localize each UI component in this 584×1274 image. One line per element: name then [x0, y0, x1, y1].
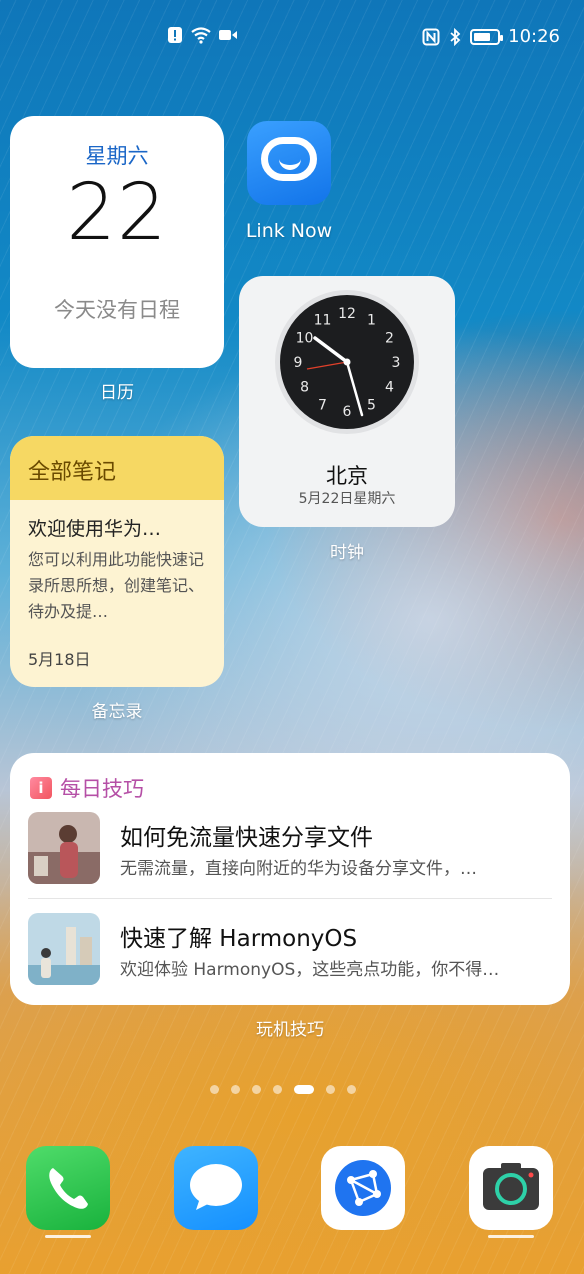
note-preview: 您可以利用此功能快速记录所思所想，创建笔记、待办及提… [28, 550, 205, 621]
page-dot[interactable] [273, 1085, 282, 1094]
tip-description: 欢迎体验 HarmonyOS，这些亮点功能，你不得… [120, 960, 500, 980]
status-time: 10:26 [508, 26, 560, 47]
calendar-weekday: 星期六 [85, 144, 149, 168]
clock-numeral: 7 [318, 397, 327, 413]
tip-item[interactable]: 快速了解 HarmonyOS 欢迎体验 HarmonyOS，这些亮点功能，你不得… [28, 913, 552, 1003]
battery-level [474, 32, 490, 41]
alert-icon [168, 27, 182, 43]
tips-header: 每日技巧 [60, 777, 144, 801]
tip-title: 如何免流量快速分享文件 [120, 825, 373, 851]
tips-logo-icon: i [30, 777, 52, 799]
status-bar: 10:26 [0, 0, 584, 78]
dock-browser-app[interactable] [321, 1146, 405, 1230]
tip-thumbnail [28, 812, 100, 884]
video-camera-icon [219, 30, 237, 40]
clock-date: 5月22日星期六 [298, 491, 396, 507]
chat-bubble-icon [261, 137, 317, 181]
clock-city: 北京 [326, 464, 368, 488]
calendar-day: 22 [66, 168, 168, 258]
page-dot[interactable] [347, 1085, 356, 1094]
dock-indicator [45, 1235, 91, 1238]
dock-indicator [488, 1235, 534, 1238]
page-dot[interactable] [231, 1085, 240, 1094]
notes-header: 全部笔记 [10, 436, 224, 502]
message-icon [190, 1164, 242, 1210]
clock-center [343, 358, 351, 366]
tip-item[interactable]: 如何免流量快速分享文件 无需流量，直接向附近的华为设备分享文件，… [28, 812, 552, 902]
notes-widget[interactable]: 全部笔记 欢迎使用华为… 您可以利用此功能快速记录所思所想，创建笔记、待办及提…… [10, 436, 224, 687]
notes-header-title: 全部笔记 [28, 460, 117, 485]
clock-numeral: 3 [392, 355, 401, 371]
clock-widget[interactable]: 12 1 2 3 4 5 6 7 8 9 10 11 北京 5月22日星期六 [239, 276, 455, 527]
tips-divider [28, 898, 552, 899]
dock-phone-app[interactable] [26, 1146, 110, 1230]
link-now-app-icon[interactable] [247, 121, 331, 205]
nfc-icon [422, 28, 440, 45]
page-dot-active[interactable] [294, 1085, 314, 1094]
link-now-label: Link Now [245, 220, 333, 242]
clock-numeral: 4 [385, 380, 394, 396]
camera-icon [483, 1163, 539, 1210]
clock-label: 时钟 [330, 543, 364, 563]
bluetooth-icon [450, 27, 461, 46]
clock-numeral: 2 [385, 331, 394, 347]
clock-numeral: 12 [338, 306, 356, 322]
dock-camera-app[interactable] [469, 1146, 553, 1230]
calendar-empty-text: 今天没有日程 [54, 298, 180, 322]
tips-label: 玩机技巧 [256, 1020, 324, 1040]
tips-widget[interactable]: i 每日技巧 如何免流量快速分享文件 无需流量，直接向附近的华为设备分享文件，… [10, 753, 570, 1005]
page-dot[interactable] [326, 1085, 335, 1094]
notes-label: 备忘录 [91, 702, 143, 722]
clock-numeral: 5 [367, 397, 376, 413]
calendar-widget[interactable]: 星期六 22 今天没有日程 [10, 116, 224, 368]
note-title: 欢迎使用华为… [28, 518, 162, 540]
clock-numeral: 9 [294, 355, 303, 371]
calendar-label: 日历 [100, 383, 134, 403]
clock-numeral: 8 [300, 380, 309, 396]
page-dot[interactable] [210, 1085, 219, 1094]
clock-numeral: 11 [314, 313, 332, 329]
clock-numeral: 1 [367, 313, 376, 329]
clock-numeral: 6 [343, 404, 352, 420]
analog-clock: 12 12 3 45678 9 1011 [275, 290, 419, 434]
page-dot[interactable] [252, 1085, 261, 1094]
page-indicator[interactable] [210, 1085, 356, 1094]
phone-icon [49, 1168, 88, 1209]
browser-icon [335, 1160, 391, 1216]
tip-description: 无需流量，直接向附近的华为设备分享文件，… [120, 859, 477, 879]
dock-messages-app[interactable] [174, 1146, 258, 1230]
clock-numeral: 10 [296, 331, 314, 347]
tip-thumbnail [28, 913, 100, 985]
tip-title: 快速了解 HarmonyOS [120, 926, 358, 952]
wifi-icon [191, 27, 211, 44]
battery-icon [470, 28, 504, 45]
note-date: 5月18日 [28, 650, 91, 669]
